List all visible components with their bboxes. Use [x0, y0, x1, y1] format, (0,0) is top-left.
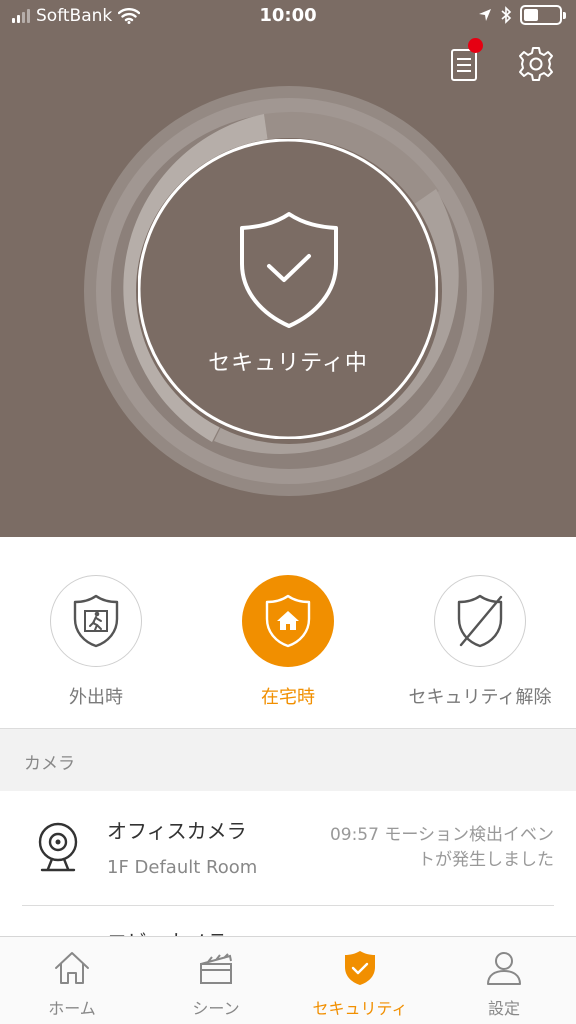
battery-icon — [520, 5, 566, 25]
shield-check-icon — [240, 212, 338, 328]
person-icon — [487, 952, 521, 985]
tab-home[interactable]: ホーム — [0, 937, 144, 1024]
gear-icon[interactable] — [516, 44, 556, 84]
mode-home-circle — [242, 575, 334, 667]
camera-event-line2: トが発生しました — [418, 850, 554, 870]
mode-disarm-circle — [434, 575, 526, 667]
home-icon — [55, 952, 89, 984]
mode-away-circle — [50, 575, 142, 667]
bluetooth-icon — [501, 6, 512, 24]
camera-event-line1: 09:57 モーション検出イベン — [329, 825, 554, 845]
disarm-shield-icon — [457, 594, 503, 648]
mode-away-label: 外出時 — [69, 687, 123, 708]
mode-away-button[interactable]: 外出時 — [6, 575, 186, 709]
tab-settings-label: 設定 — [487, 999, 520, 1018]
notification-badge — [468, 38, 483, 53]
camera-name: オフィスカメラ — [107, 819, 247, 843]
security-status-text: セキュリティ中 — [208, 351, 368, 376]
location-arrow-icon — [479, 9, 491, 21]
mode-disarm-label: セキュリティ解除 — [408, 687, 552, 708]
tab-bar: ホーム シーン セキュリティ 設定 — [0, 936, 576, 1024]
mode-disarm-button[interactable]: セキュリティ解除 — [390, 575, 570, 709]
home-shield-icon — [265, 594, 311, 648]
tab-scene-label: シーン — [192, 999, 240, 1018]
clapperboard-icon — [200, 953, 232, 984]
camera-name: ロビーカメラ — [107, 926, 227, 936]
mode-home-button[interactable]: 在宅時 — [198, 575, 378, 709]
tab-settings[interactable]: 設定 — [432, 937, 576, 1024]
camera-room: 1F Default Room — [107, 857, 258, 878]
tab-security-label: セキュリティ — [312, 999, 408, 1018]
camera-list-item[interactable]: ロビーカメラ — [0, 906, 576, 936]
shield-check-icon — [345, 951, 375, 985]
tab-scene[interactable]: シーン — [144, 937, 288, 1024]
camera-last-event: 09:57 モーション検出イベン トが発生しました — [284, 823, 554, 873]
camera-section-title: カメラ — [24, 754, 75, 774]
security-mode-selector: 外出時 在宅時 セキュリティ解除 — [0, 537, 576, 729]
webcam-icon — [38, 822, 78, 872]
security-hero-panel: SoftBank 10:00 セキュリティ中 — [0, 0, 576, 537]
mode-home-label: 在宅時 — [261, 687, 315, 708]
camera-section-header: カメラ — [0, 729, 576, 791]
status-bar: SoftBank 10:00 — [0, 0, 576, 34]
tab-home-label: ホーム — [48, 999, 96, 1018]
camera-list-item[interactable]: オフィスカメラ 1F Default Room 09:57 モーション検出イベン… — [0, 791, 576, 905]
tab-security[interactable]: セキュリティ — [288, 937, 432, 1024]
away-shield-icon — [73, 594, 119, 648]
